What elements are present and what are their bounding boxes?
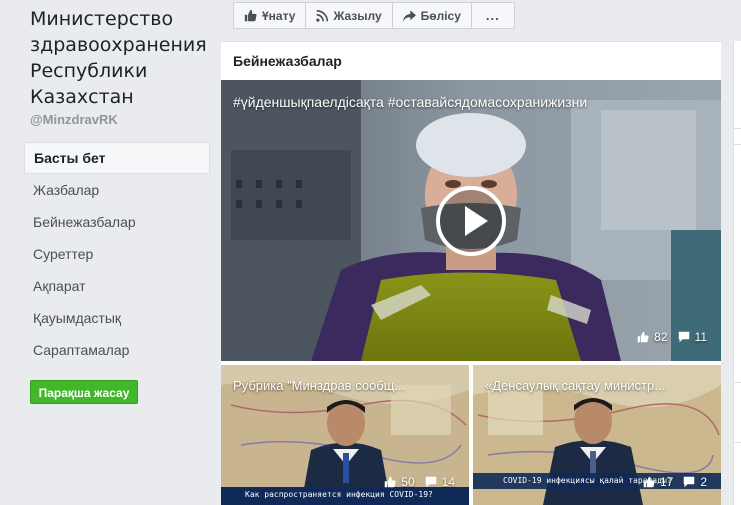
page-nav: Басты бет Жазбалар Бейнежазбалар Суретте…	[24, 142, 210, 366]
thumbs-up-icon	[385, 476, 396, 488]
nav-item-reviews[interactable]: Сараптамалар	[24, 334, 210, 366]
right-column-divider	[734, 382, 741, 383]
video-tile-likes: 50	[401, 475, 415, 489]
featured-video[interactable]: #үйденшықпаелдісақта #оставайсядомасохра…	[221, 80, 721, 361]
follow-page-label: Жазылу	[333, 8, 382, 23]
thumbs-up-icon	[244, 9, 257, 22]
video-tile-stats: 17 2	[643, 475, 707, 489]
video-tile[interactable]: Рубрика "Минздрав сообщ... Как распростр…	[221, 365, 469, 505]
comment-icon	[425, 476, 436, 488]
like-page-button[interactable]: Ұнату	[234, 3, 307, 28]
page-title[interactable]: Министерство здравоохранения Республики …	[30, 6, 220, 110]
video-tile-title[interactable]: Рубрика "Минздрав сообщ...	[233, 378, 405, 393]
featured-video-stats: 82 11	[637, 330, 707, 344]
page-handle[interactable]: @MinzdravRK	[30, 112, 118, 127]
videos-section-title[interactable]: Бейнежазбалар	[233, 53, 342, 69]
right-column-divider	[734, 442, 741, 443]
right-column-divider	[734, 128, 741, 129]
video-tile-stats: 50 14	[384, 475, 455, 489]
thumbs-up-icon	[637, 331, 649, 343]
featured-video-likes: 82	[654, 330, 668, 344]
comment-icon	[678, 331, 689, 343]
video-tile[interactable]: «Денсаулық сақтау министр... COVID-19 ин…	[473, 365, 721, 505]
thumbs-up-icon	[643, 476, 655, 488]
nav-item-photos[interactable]: Суреттер	[24, 238, 210, 270]
nav-item-community[interactable]: Қауымдастық	[24, 302, 210, 334]
share-page-button[interactable]: Бөлісу	[393, 3, 472, 28]
nav-item-home[interactable]: Басты бет	[24, 142, 210, 174]
video-tile-title[interactable]: «Денсаулық сақтау министр...	[485, 378, 665, 393]
rss-icon	[316, 9, 329, 22]
nav-item-videos[interactable]: Бейнежазбалар	[24, 206, 210, 238]
video-caption-strip: Как распространяется инфекция COVID-19?	[245, 490, 433, 499]
follow-page-button[interactable]: Жазылу	[306, 3, 393, 28]
play-icon[interactable]	[436, 186, 506, 256]
page-sidebar: Министерство здравоохранения Республики …	[0, 0, 221, 505]
right-column-edge	[733, 41, 741, 505]
video-tile-likes: 17	[659, 475, 674, 489]
page-actions-bar: Ұнату Жазылу Бөлісу ...	[233, 2, 515, 29]
featured-video-comments: 11	[694, 330, 707, 344]
more-options-button[interactable]: ...	[472, 3, 514, 28]
more-dots-icon: ...	[485, 8, 500, 23]
right-column-divider	[734, 144, 741, 145]
video-tile-comments: 14	[441, 475, 455, 489]
nav-item-about[interactable]: Ақпарат	[24, 270, 210, 302]
like-page-label: Ұнату	[262, 8, 296, 23]
comment-icon	[684, 476, 695, 488]
share-page-label: Бөлісу	[420, 8, 461, 23]
featured-video-title[interactable]: #үйденшықпаелдісақта #оставайсядомасохра…	[233, 94, 587, 110]
video-tile-comments: 2	[700, 475, 707, 489]
nav-item-posts[interactable]: Жазбалар	[24, 174, 210, 206]
create-page-button[interactable]: Парақша жасау	[30, 380, 138, 404]
share-arrow-icon	[402, 9, 416, 22]
